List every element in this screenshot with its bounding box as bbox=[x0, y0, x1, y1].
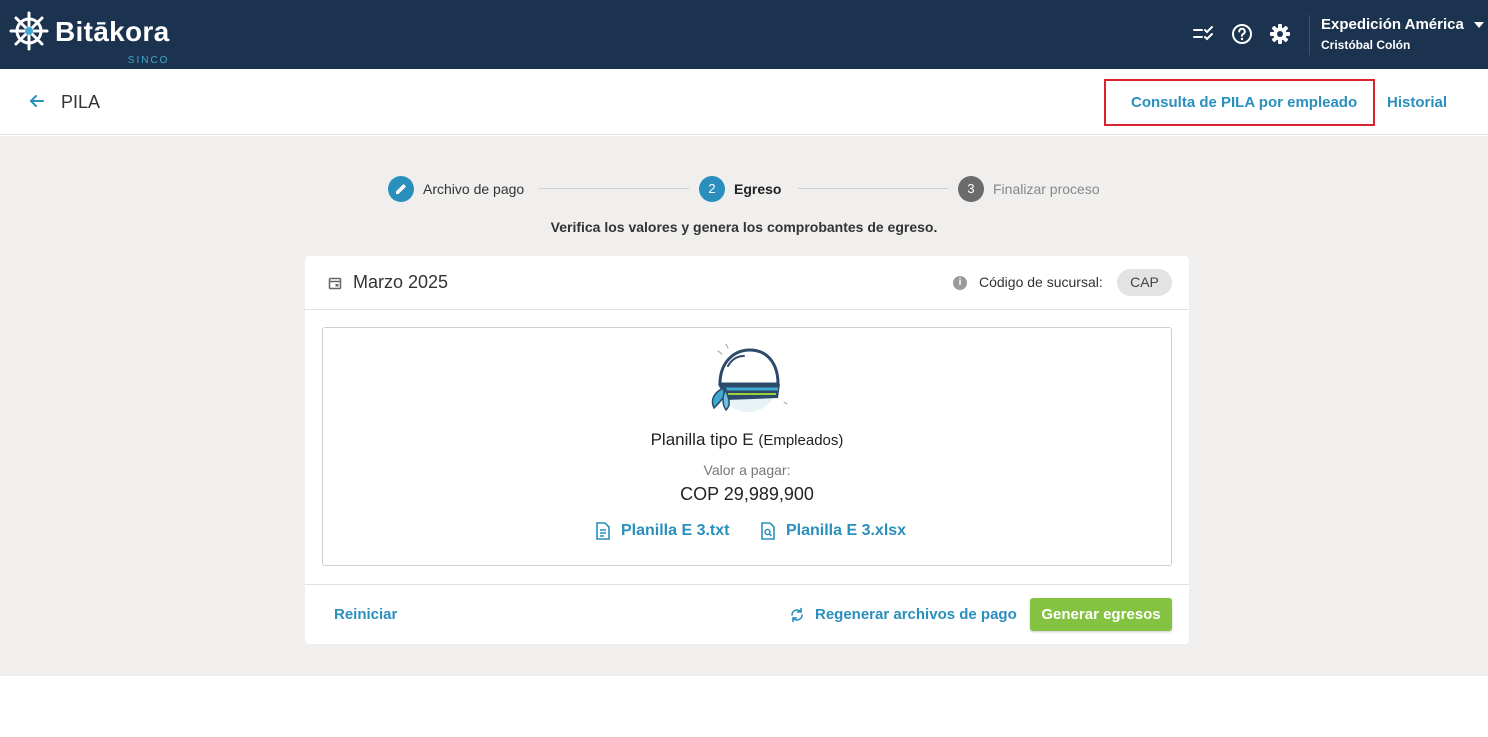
step-1-label: Archivo de pago bbox=[423, 181, 525, 197]
instruction-text: Verifica los valores y genera los compro… bbox=[550, 219, 938, 235]
help-icon[interactable] bbox=[1230, 22, 1254, 46]
account-dropdown-icon[interactable] bbox=[1474, 22, 1484, 28]
payment-card: Marzo 2025 i Código de sucursal: CAP Pla… bbox=[305, 256, 1189, 644]
branch-code-chip: CAP bbox=[1117, 269, 1172, 296]
regenerate-files-label: Regenerar archivos de pago bbox=[815, 606, 1017, 623]
info-icon[interactable]: i bbox=[953, 276, 967, 290]
reset-button[interactable]: Reiniciar bbox=[334, 606, 397, 623]
planilla-type-desc: (Empleados) bbox=[758, 432, 844, 449]
calendar-icon bbox=[328, 277, 342, 290]
checklist-icon[interactable] bbox=[1191, 22, 1215, 46]
step-connector bbox=[539, 188, 689, 189]
historial-link[interactable]: Historial bbox=[1387, 94, 1447, 111]
consulta-pila-link[interactable]: Consulta de PILA por empleado bbox=[1131, 94, 1357, 111]
generate-egresos-button[interactable]: Generar egresos bbox=[1030, 598, 1172, 631]
branch-code-label: Código de sucursal: bbox=[979, 274, 1103, 290]
step-3-label: Finalizar proceso bbox=[993, 181, 1100, 197]
page-header: PILA Consulta de PILA por empleado Histo… bbox=[0, 69, 1488, 135]
file-link-xlsx[interactable]: Planilla E 3.xlsx bbox=[760, 522, 906, 540]
step-connector bbox=[798, 188, 948, 189]
brand-logo[interactable]: Bitākora SINCO bbox=[9, 11, 170, 66]
value-amount: COP 29,989,900 bbox=[680, 484, 814, 504]
organization-name[interactable]: Expedición América bbox=[1321, 16, 1464, 33]
settings-icon[interactable] bbox=[1268, 22, 1292, 46]
period-label: Marzo 2025 bbox=[353, 272, 449, 292]
card-header: Marzo 2025 i Código de sucursal: CAP bbox=[305, 256, 1189, 310]
page-title: PILA bbox=[61, 92, 101, 112]
sync-icon bbox=[791, 607, 803, 622]
step-1-circle bbox=[388, 176, 414, 202]
pencil-icon bbox=[396, 184, 406, 194]
top-bar: Bitākora SINCO Expedición América Cristó… bbox=[0, 0, 1488, 69]
step-2-circle: 2 bbox=[699, 176, 725, 202]
planilla-type-name: Planilla tipo E bbox=[650, 430, 754, 449]
value-label: Valor a pagar: bbox=[703, 462, 791, 478]
step-3-circle: 3 bbox=[958, 176, 984, 202]
file-link-txt[interactable]: Planilla E 3.txt bbox=[595, 522, 729, 540]
regenerate-files-button[interactable]: Regenerar archivos de pago bbox=[789, 606, 1017, 623]
planilla-type: Planilla tipo E (Empleados) bbox=[323, 430, 1171, 450]
back-arrow-icon[interactable] bbox=[29, 93, 45, 109]
ship-wheel-icon bbox=[9, 11, 49, 51]
user-name[interactable]: Cristóbal Colón bbox=[1321, 38, 1410, 52]
document-icon bbox=[596, 522, 610, 540]
planilla-panel: Planilla tipo E (Empleados) Valor a paga… bbox=[322, 327, 1172, 566]
header-divider bbox=[1309, 15, 1310, 55]
sailor-hat-illustration bbox=[711, 344, 788, 412]
brand-name: Bitākora bbox=[55, 16, 170, 47]
file-name-txt: Planilla E 3.txt bbox=[621, 522, 730, 539]
file-search-icon bbox=[761, 522, 775, 540]
file-name-xlsx: Planilla E 3.xlsx bbox=[786, 522, 907, 539]
step-2-label: Egreso bbox=[734, 181, 782, 197]
card-footer-divider bbox=[305, 584, 1189, 585]
